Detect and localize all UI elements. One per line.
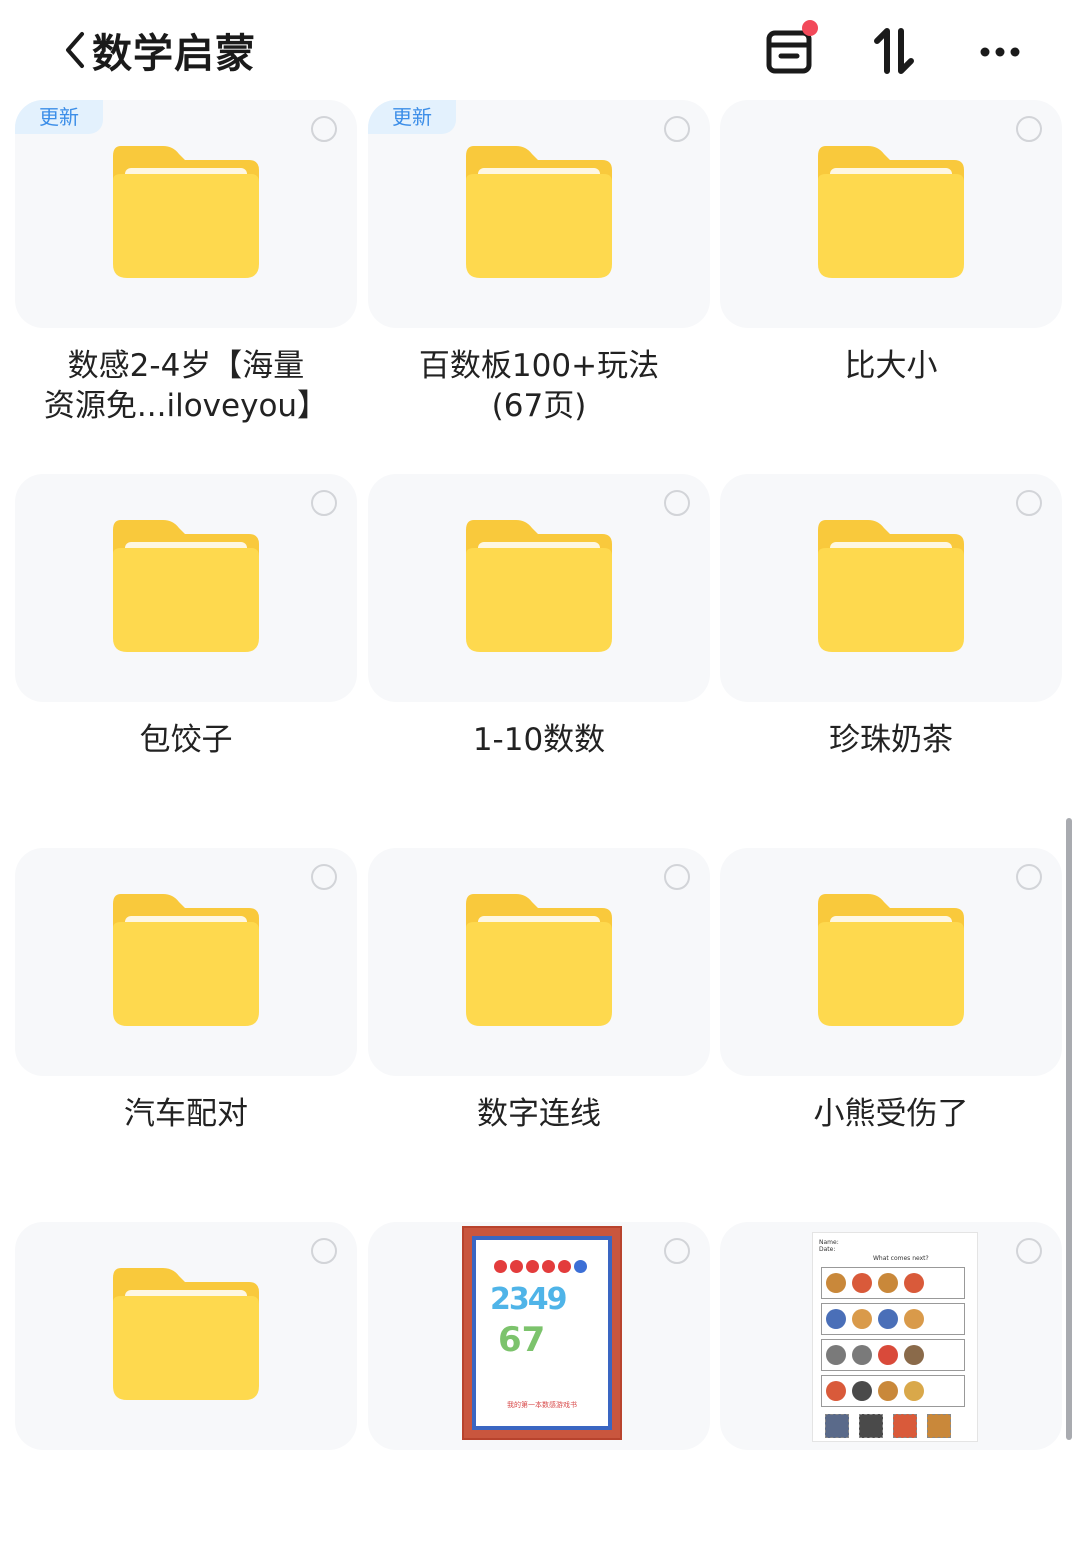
select-radio[interactable] bbox=[311, 116, 337, 142]
file-name-line: 珍珠奶茶 bbox=[829, 722, 953, 758]
file-name-line: 比大小 bbox=[844, 348, 938, 384]
folder-icon bbox=[111, 1268, 261, 1402]
counter-dots bbox=[494, 1260, 590, 1276]
file-name-line: 资源免...iloveyou】 bbox=[43, 388, 329, 424]
worksheet-row bbox=[821, 1411, 965, 1441]
file-card[interactable]: 更新 bbox=[368, 100, 710, 328]
folder-icon bbox=[816, 520, 966, 654]
page-title: 数学启蒙 bbox=[92, 31, 256, 77]
file-item[interactable]: Name: Date: What comes next? bbox=[720, 1222, 1062, 1567]
sort-icon bbox=[874, 28, 914, 74]
folder-icon bbox=[111, 520, 261, 654]
file-name[interactable]: 百数板100+玩法 (67页) bbox=[368, 346, 710, 426]
select-radio[interactable] bbox=[664, 490, 690, 516]
folder-icon bbox=[816, 146, 966, 280]
worksheet-row bbox=[821, 1375, 965, 1407]
file-name-line: 1-10数数 bbox=[472, 722, 606, 758]
worksheet-row bbox=[821, 1339, 965, 1371]
worksheet-row bbox=[821, 1267, 965, 1299]
file-name[interactable]: 珍珠奶茶 bbox=[720, 720, 1062, 760]
file-item[interactable]: 数字连线 bbox=[368, 848, 710, 1193]
cover-caption: 我的第一本数感游戏书 bbox=[507, 1401, 577, 1409]
file-card[interactable] bbox=[720, 100, 1062, 328]
more-button[interactable] bbox=[968, 18, 1032, 82]
file-grid: 更新 数感2-4岁【海量 资源免...iloveyou】 更新 百数板100+玩… bbox=[0, 0, 1080, 1450]
select-radio[interactable] bbox=[1016, 864, 1042, 890]
file-item[interactable]: 更新 百数板100+玩法 (67页) bbox=[368, 100, 710, 445]
file-item[interactable]: 汽车配对 bbox=[15, 848, 357, 1193]
file-name[interactable]: 数感2-4岁【海量 资源免...iloveyou】 bbox=[15, 346, 357, 426]
update-badge: 更新 bbox=[368, 100, 456, 134]
select-radio[interactable] bbox=[664, 1238, 690, 1264]
file-item[interactable]: 小熊受伤了 bbox=[720, 848, 1062, 1193]
digits-line: 67 bbox=[498, 1320, 546, 1360]
select-radio[interactable] bbox=[1016, 116, 1042, 142]
worksheet-rows bbox=[821, 1267, 965, 1441]
worksheet-date-label: Date: bbox=[819, 1246, 836, 1253]
select-radio[interactable] bbox=[1016, 490, 1042, 516]
cover-page: 2349 67 我的第一本数感游戏书 bbox=[472, 1236, 612, 1430]
top-bar: 数学启蒙 bbox=[0, 0, 1080, 100]
select-radio[interactable] bbox=[311, 864, 337, 890]
file-item[interactable]: 更新 数感2-4岁【海量 资源免...iloveyou】 bbox=[15, 100, 357, 445]
select-radio[interactable] bbox=[311, 490, 337, 516]
document-thumbnail[interactable]: 2349 67 我的第一本数感游戏书 bbox=[462, 1226, 622, 1440]
file-name-line: (67页) bbox=[491, 388, 587, 424]
select-radio[interactable] bbox=[311, 1238, 337, 1264]
folder-icon bbox=[464, 520, 614, 654]
file-item[interactable]: 1-10数数 bbox=[368, 474, 710, 819]
file-card[interactable] bbox=[15, 474, 357, 702]
scrollbar[interactable] bbox=[1066, 818, 1072, 1440]
more-icon bbox=[980, 47, 1020, 57]
sort-button[interactable] bbox=[862, 18, 926, 82]
select-radio[interactable] bbox=[664, 116, 690, 142]
select-radio[interactable] bbox=[664, 864, 690, 890]
chevron-left-icon bbox=[66, 32, 84, 68]
file-card[interactable] bbox=[720, 848, 1062, 1076]
file-card[interactable] bbox=[368, 474, 710, 702]
file-name[interactable]: 比大小 bbox=[720, 346, 1062, 386]
file-name-line: 小熊受伤了 bbox=[813, 1096, 969, 1132]
worksheet-heading: What comes next? bbox=[873, 1255, 929, 1262]
file-name[interactable]: 数字连线 bbox=[368, 1094, 710, 1134]
folder-icon bbox=[464, 146, 614, 280]
folder-icon bbox=[111, 146, 261, 280]
select-radio[interactable] bbox=[1016, 1238, 1042, 1264]
file-name-line: 百数板100+玩法 bbox=[418, 348, 660, 384]
file-item[interactable]: 比大小 bbox=[720, 100, 1062, 445]
file-name-line: 包饺子 bbox=[139, 722, 233, 758]
worksheet-thumbnail[interactable]: Name: Date: What comes next? bbox=[812, 1232, 978, 1442]
file-card[interactable]: 更新 bbox=[15, 100, 357, 328]
notification-dot bbox=[802, 20, 818, 36]
file-name[interactable]: 小熊受伤了 bbox=[720, 1094, 1062, 1134]
file-item[interactable]: 包饺子 bbox=[15, 474, 357, 819]
file-name[interactable]: 汽车配对 bbox=[15, 1094, 357, 1134]
file-item[interactable]: 珍珠奶茶 bbox=[720, 474, 1062, 819]
file-card[interactable] bbox=[368, 848, 710, 1076]
worksheet-name-label: Name: bbox=[819, 1239, 839, 1246]
folder-icon bbox=[464, 894, 614, 1028]
file-name[interactable]: 包饺子 bbox=[15, 720, 357, 760]
card-box-button[interactable] bbox=[756, 18, 820, 82]
file-name-line: 数感2-4岁【海量 bbox=[67, 348, 305, 384]
file-item[interactable]: 2349 67 我的第一本数感游戏书 bbox=[368, 1222, 710, 1567]
update-badge: 更新 bbox=[15, 100, 103, 134]
folder-icon bbox=[111, 894, 261, 1028]
file-item[interactable] bbox=[15, 1222, 357, 1567]
worksheet-row bbox=[821, 1303, 965, 1335]
file-name-line: 数字连线 bbox=[477, 1096, 601, 1132]
digits-line: 2349 bbox=[490, 1282, 567, 1317]
back-button[interactable]: 数学启蒙 bbox=[60, 20, 256, 80]
file-card[interactable] bbox=[15, 848, 357, 1076]
folder-icon bbox=[816, 894, 966, 1028]
file-card[interactable] bbox=[720, 474, 1062, 702]
file-name-line: 汽车配对 bbox=[124, 1096, 248, 1132]
file-card[interactable] bbox=[15, 1222, 357, 1450]
file-name[interactable]: 1-10数数 bbox=[368, 720, 710, 760]
